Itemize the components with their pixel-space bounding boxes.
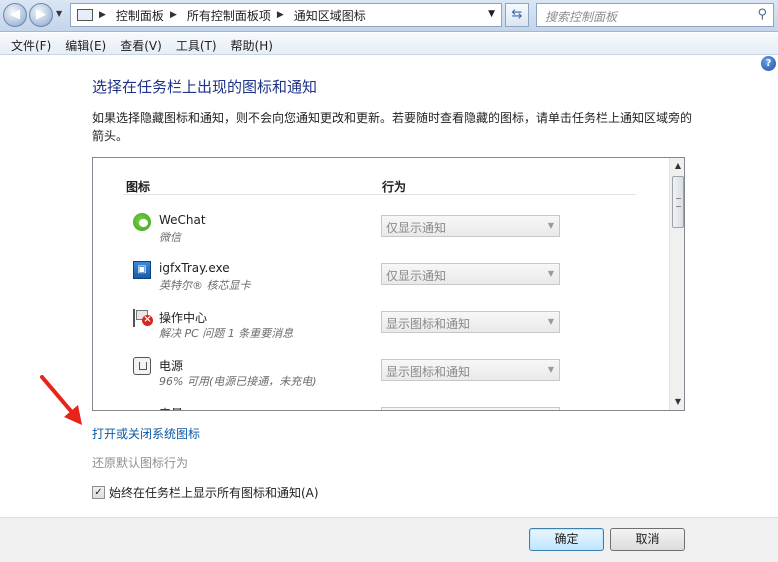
search-input[interactable]: 搜索控制面板 ⚲ [536, 3, 774, 27]
menu-file[interactable]: 文件(F) [4, 33, 58, 54]
page-title: 选择在任务栏上出现的图标和通知 [92, 78, 318, 96]
item-subtitle: 英特尔® 核芯显卡 [159, 279, 251, 292]
chevron-down-icon: ▼ [547, 269, 554, 278]
list-item: 电源 96% 可用(电源已接通，未充电) 显示图标和通知 ▼ [93, 357, 663, 405]
behavior-select[interactable]: 显示图标和通知 ▼ [381, 311, 560, 333]
column-header-icon: 图标 [126, 180, 151, 194]
restore-default-behavior-link[interactable]: 还原默认图标行为 [92, 454, 188, 471]
item-name: 电源 [159, 359, 184, 373]
item-name: igfxTray.exe [159, 261, 230, 275]
scrollbar-thumb[interactable] [672, 176, 684, 228]
scroll-down-icon[interactable]: ▼ [670, 394, 684, 410]
search-placeholder: 搜索控制面板 [545, 10, 618, 24]
power-plug-icon [133, 357, 151, 375]
behavior-select[interactable]: 显示图标和通知 ▼ [381, 359, 560, 381]
item-name: WeChat [159, 213, 206, 227]
history-dropdown-icon[interactable]: ▼ [56, 9, 62, 18]
cancel-button[interactable]: 取消 [610, 528, 685, 551]
computer-icon [77, 9, 93, 21]
chevron-down-icon: ▼ [547, 221, 554, 230]
item-subtitle: 解决 PC 问题 1 条重要消息 [159, 327, 294, 340]
page-description: 如果选择隐藏图标和通知，则不会向您通知更改和更新。若要随时查看隐藏的图标，请单击… [92, 111, 693, 143]
annotation-arrow-icon [40, 375, 82, 425]
behavior-value: 显示图标和通知 [386, 317, 471, 331]
chevron-down-icon: ▼ [547, 365, 554, 374]
list-item: WeChat 微信 仅显示通知 ▼ [93, 213, 663, 261]
always-show-all-checkbox-row[interactable]: ✓ 始终在任务栏上显示所有图标和通知(A) [92, 484, 319, 501]
back-arrow-icon[interactable]: ◀ [3, 3, 27, 27]
notification-icons-list[interactable]: 图标 行为 WeChat 微信 仅显示通知 ▼ ▣ igfxTray.exe 英特… [92, 157, 685, 411]
breadcrumb-all-items[interactable]: 所有控制面板项 [187, 7, 271, 24]
speaker-icon [133, 405, 151, 410]
menu-edit[interactable]: 编辑(E) [58, 33, 113, 54]
chevron-right-icon[interactable]: ▶ [99, 10, 106, 20]
chevron-right-icon[interactable]: ▶ [277, 10, 284, 20]
behavior-value: 显示图标和通知 [386, 365, 471, 379]
ok-button[interactable]: 确定 [529, 528, 604, 551]
column-header-behavior: 行为 [382, 180, 407, 194]
behavior-select[interactable] [381, 407, 560, 410]
menu-view[interactable]: 查看(V) [113, 33, 169, 54]
chevron-down-icon[interactable]: ▼ [488, 9, 495, 19]
item-name: 操作中心 [159, 311, 208, 325]
search-icon[interactable]: ⚲ [757, 7, 767, 22]
menu-tools[interactable]: 工具(T) [169, 33, 224, 54]
item-subtitle: 微信 [159, 231, 181, 244]
breadcrumb-control-panel[interactable]: 控制面板 [116, 7, 164, 24]
list-item: ▣ igfxTray.exe 英特尔® 核芯显卡 仅显示通知 ▼ [93, 261, 663, 309]
header-divider [123, 194, 636, 195]
checkbox-label: 始终在任务栏上显示所有图标和通知(A) [109, 486, 319, 500]
chevron-right-icon[interactable]: ▶ [170, 10, 177, 20]
breadcrumb[interactable]: ▶ 控制面板 ▶ 所有控制面板项 ▶ 通知区域图标 ▼ [70, 3, 502, 27]
address-toolbar: ◀ ▶ ▼ ▶ 控制面板 ▶ 所有控制面板项 ▶ 通知区域图标 ▼ ⇆ 搜索控制… [0, 0, 778, 32]
dialog-footer: 确定 取消 [0, 517, 778, 562]
behavior-value: 仅显示通知 [386, 221, 447, 235]
item-name: 音量 [159, 405, 183, 410]
chevron-down-icon: ▼ [547, 317, 554, 326]
breadcrumb-notification-icons[interactable]: 通知区域图标 [294, 7, 366, 24]
action-center-flag-icon [133, 309, 153, 327]
refresh-icon[interactable]: ⇆ [505, 3, 529, 27]
vertical-scrollbar[interactable]: ▲ ▼ [669, 158, 684, 410]
wechat-icon [133, 213, 151, 231]
menu-help[interactable]: 帮助(H) [224, 33, 280, 54]
list-item: 音量 [93, 405, 663, 410]
item-subtitle: 96% 可用(电源已接通，未充电) [159, 375, 317, 388]
behavior-select[interactable]: 仅显示通知 ▼ [381, 263, 560, 285]
help-icon[interactable]: ? [761, 56, 776, 71]
menu-bar: 文件(F) 编辑(E) 查看(V) 工具(T) 帮助(H) [0, 33, 778, 55]
intel-graphics-icon: ▣ [133, 261, 151, 279]
always-show-all-checkbox[interactable]: ✓ [92, 486, 105, 499]
list-item: 操作中心 解决 PC 问题 1 条重要消息 显示图标和通知 ▼ [93, 309, 663, 357]
scroll-up-icon[interactable]: ▲ [670, 158, 684, 174]
forward-arrow-icon[interactable]: ▶ [29, 3, 53, 27]
behavior-select[interactable]: 仅显示通知 ▼ [381, 215, 560, 237]
behavior-value: 仅显示通知 [386, 269, 447, 283]
toggle-system-icons-link[interactable]: 打开或关闭系统图标 [92, 425, 200, 442]
